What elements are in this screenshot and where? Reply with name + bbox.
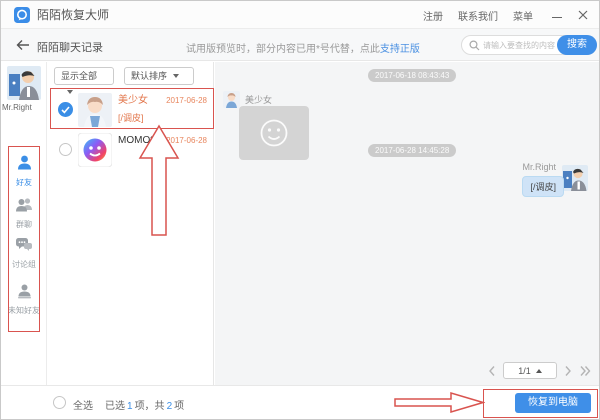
conversation-avatar	[78, 133, 112, 167]
minimize-icon	[552, 17, 562, 18]
filter-dropdown-sort[interactable]: 默认排序	[124, 67, 194, 85]
checked-circle-icon[interactable]	[58, 102, 73, 117]
person-icon	[16, 154, 33, 171]
page-title: 陌陌聊天记录	[37, 39, 103, 55]
total-count: 2	[167, 401, 173, 412]
timestamp-badge: 2017-06-18 08:43:43	[368, 69, 456, 82]
app-window: 陌陌恢复大师 注册 联系我们 菜单 陌陌聊天记录 试用版预览时，部分内容已用*号…	[0, 0, 600, 420]
page-prev-icon[interactable]	[488, 365, 496, 377]
register-link[interactable]: 注册	[423, 8, 443, 23]
sidebar-item-label: 好友	[1, 177, 47, 188]
close-icon	[575, 7, 591, 23]
account-avatar	[7, 66, 41, 100]
people-icon	[15, 197, 33, 213]
message-sender-name: Mr.Right	[522, 162, 556, 172]
search-button[interactable]: 搜索	[557, 35, 597, 55]
conversation-date: 2017-06-28	[166, 136, 207, 145]
minimize-button[interactable]	[549, 1, 565, 29]
account-name: Mr.Right	[2, 103, 46, 112]
search-input[interactable]	[483, 37, 559, 53]
selected-middle: 项，共	[135, 401, 165, 412]
trial-notice: 试用版预览时，部分内容已用*号代替，点此支持正版	[186, 40, 420, 55]
unchecked-circle-icon[interactable]	[59, 143, 72, 156]
conversation-preview: [/调皮]	[118, 111, 144, 124]
page-next-icon[interactable]	[564, 365, 572, 377]
conversation-list-panel: 显示全部 默认排序 美少女 2017-06-28 [/调皮] MOMOt 201…	[48, 62, 214, 385]
page-number: 1/1	[518, 366, 531, 376]
app-title: 陌陌恢复大师	[37, 1, 109, 29]
filter-label: 显示全部	[61, 71, 97, 81]
chat-bubbles-icon	[15, 237, 33, 253]
collapse-up-icon	[536, 369, 542, 373]
sidebar-item-discussion[interactable]: 讨论组	[1, 237, 47, 270]
sidebar-item-label: 群聊	[1, 219, 47, 230]
selected-prefix: 已选	[105, 401, 125, 412]
selected-suffix: 项	[174, 401, 184, 412]
back-arrow-icon	[16, 38, 30, 52]
timestamp-badge: 2017-06-28 14:45:28	[368, 144, 456, 157]
select-all-label[interactable]: 全选	[73, 397, 93, 412]
search-icon	[469, 40, 480, 51]
message-sender-name: 美少女	[245, 93, 272, 106]
person-unknown-icon	[16, 283, 33, 299]
bottom-action-bar: 全选 已选1项，共2项 恢复到电脑	[1, 385, 599, 419]
message-bubble-sticker[interactable]	[239, 106, 309, 160]
app-logo-icon	[14, 7, 30, 23]
selected-count: 1	[127, 401, 133, 412]
select-all-radio[interactable]	[53, 396, 66, 409]
message-bubble-text[interactable]: [/调皮]	[522, 176, 564, 197]
menu-link[interactable]: 菜单	[513, 8, 533, 23]
chevron-down-icon	[173, 74, 179, 78]
selection-summary: 已选1项，共2项	[105, 397, 184, 412]
chat-panel: 2017-06-18 08:43:43 美少女 2017-06-28 14:45…	[215, 62, 599, 385]
search-box: 搜索	[461, 35, 597, 55]
conversation-item-selected[interactable]: 美少女 2017-06-28 [/调皮]	[50, 90, 211, 130]
title-bar: 陌陌恢复大师 注册 联系我们 菜单	[1, 1, 599, 29]
conversation-item[interactable]: MOMOt 2017-06-28	[50, 130, 211, 170]
close-button[interactable]	[575, 7, 591, 23]
trial-notice-text: 试用版预览时，部分内容已用*号代替，点此	[186, 44, 380, 55]
message-avatar	[562, 165, 588, 191]
sidebar-item-unknown-friends[interactable]: 未知好友	[1, 283, 47, 316]
contact-us-link[interactable]: 联系我们	[458, 8, 498, 23]
sidebar-item-label: 讨论组	[1, 259, 47, 270]
sidebar-item-label: 未知好友	[1, 305, 47, 316]
genuine-support-link[interactable]: 支持正版	[380, 44, 420, 55]
conversation-avatar	[78, 93, 112, 127]
message-avatar	[223, 91, 240, 108]
sidebar-item-friends[interactable]: 好友	[1, 154, 47, 188]
category-sidebar: Mr.Right 好友 群聊 讨论组 未知好友	[1, 62, 47, 385]
titlebar-links: 注册 联系我们 菜单	[423, 1, 533, 29]
recover-to-pc-button[interactable]: 恢复到电脑	[515, 393, 591, 413]
sidebar-item-groups[interactable]: 群聊	[1, 197, 47, 230]
toolbar: 陌陌聊天记录 试用版预览时，部分内容已用*号代替，点此支持正版 搜索	[1, 29, 599, 61]
back-button[interactable]	[16, 38, 30, 52]
pagination: 1/1	[488, 362, 591, 379]
conversation-date: 2017-06-28	[166, 96, 207, 105]
smiley-sticker-icon	[259, 118, 289, 148]
page-indicator[interactable]: 1/1	[503, 362, 557, 379]
page-last-icon[interactable]	[579, 365, 591, 377]
filter-dropdown-show-all[interactable]: 显示全部	[54, 67, 114, 85]
filter-label: 默认排序	[131, 71, 167, 81]
